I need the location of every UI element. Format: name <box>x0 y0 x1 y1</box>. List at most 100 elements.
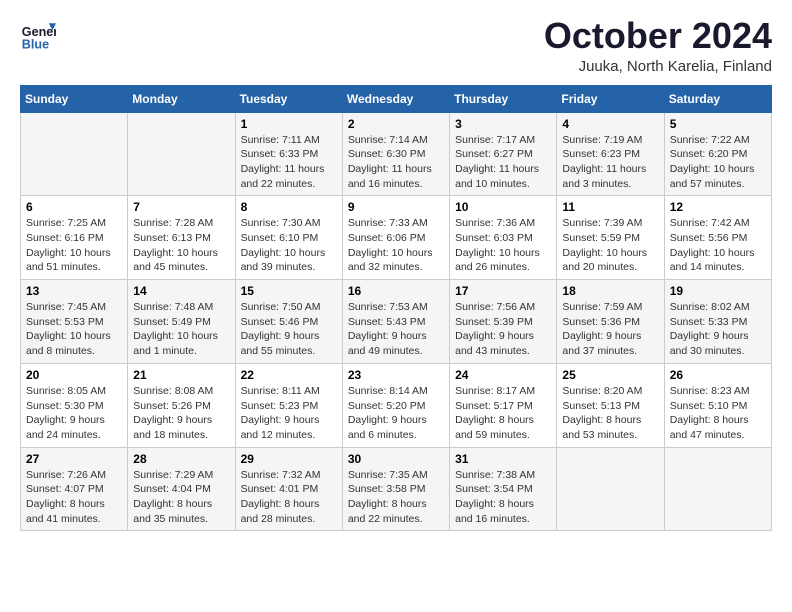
day-detail: Sunrise: 7:29 AM Sunset: 4:04 PM Dayligh… <box>133 468 229 527</box>
day-detail: Sunrise: 7:32 AM Sunset: 4:01 PM Dayligh… <box>241 468 337 527</box>
day-number: 21 <box>133 368 229 382</box>
calendar-cell: 8 Sunrise: 7:30 AM Sunset: 6:10 PM Daylig… <box>235 196 342 280</box>
calendar-cell <box>664 447 771 531</box>
day-detail: Sunrise: 8:05 AM Sunset: 5:30 PM Dayligh… <box>26 384 122 443</box>
calendar-cell: 22Sunrise: 8:11 AM Sunset: 5:23 PM Dayli… <box>235 363 342 447</box>
weekday-header-tuesday: Tuesday <box>235 85 342 112</box>
calendar-cell: 15Sunrise: 7:50 AM Sunset: 5:46 PM Dayli… <box>235 280 342 364</box>
calendar-week-1: 1 Sunrise: 7:11 AM Sunset: 6:33 PM Daylig… <box>21 112 772 196</box>
day-number: 2 <box>348 117 444 131</box>
day-number: 8 <box>241 200 337 214</box>
calendar-cell: 31Sunrise: 7:38 AM Sunset: 3:54 PM Dayli… <box>450 447 557 531</box>
day-detail: Sunrise: 8:23 AM Sunset: 5:10 PM Dayligh… <box>670 384 766 443</box>
weekday-header-wednesday: Wednesday <box>342 85 449 112</box>
day-number: 26 <box>670 368 766 382</box>
weekday-header-row: SundayMondayTuesdayWednesdayThursdayFrid… <box>21 85 772 112</box>
day-detail: Sunrise: 7:36 AM Sunset: 6:03 PM Dayligh… <box>455 216 551 275</box>
calendar-cell: 28 Sunrise: 7:29 AM Sunset: 4:04 PM Dayli… <box>128 447 235 531</box>
calendar-cell: 16Sunrise: 7:53 AM Sunset: 5:43 PM Dayli… <box>342 280 449 364</box>
calendar-cell: 5 Sunrise: 7:22 AM Sunset: 6:20 PM Daylig… <box>664 112 771 196</box>
day-number: 29 <box>241 452 337 466</box>
calendar-cell: 2 Sunrise: 7:14 AM Sunset: 6:30 PM Daylig… <box>342 112 449 196</box>
day-number: 1 <box>241 117 337 131</box>
calendar-week-2: 6 Sunrise: 7:25 AM Sunset: 6:16 PM Daylig… <box>21 196 772 280</box>
calendar-header: SundayMondayTuesdayWednesdayThursdayFrid… <box>21 85 772 112</box>
day-number: 3 <box>455 117 551 131</box>
day-number: 10 <box>455 200 551 214</box>
day-detail: Sunrise: 7:42 AM Sunset: 5:56 PM Dayligh… <box>670 216 766 275</box>
day-detail: Sunrise: 7:38 AM Sunset: 3:54 PM Dayligh… <box>455 468 551 527</box>
day-number: 7 <box>133 200 229 214</box>
day-number: 23 <box>348 368 444 382</box>
day-number: 5 <box>670 117 766 131</box>
calendar-cell: 26 Sunrise: 8:23 AM Sunset: 5:10 PM Dayli… <box>664 363 771 447</box>
calendar-cell <box>128 112 235 196</box>
day-detail: Sunrise: 7:25 AM Sunset: 6:16 PM Dayligh… <box>26 216 122 275</box>
day-number: 27 <box>26 452 122 466</box>
day-number: 18 <box>562 284 658 298</box>
day-detail: Sunrise: 7:11 AM Sunset: 6:33 PM Dayligh… <box>241 133 337 192</box>
svg-text:Blue: Blue <box>22 37 49 51</box>
calendar-table: SundayMondayTuesdayWednesdayThursdayFrid… <box>20 85 772 532</box>
day-detail: Sunrise: 7:50 AM Sunset: 5:46 PM Dayligh… <box>241 300 337 359</box>
calendar-cell: 19 Sunrise: 8:02 AM Sunset: 5:33 PM Dayli… <box>664 280 771 364</box>
day-number: 6 <box>26 200 122 214</box>
calendar-cell: 20Sunrise: 8:05 AM Sunset: 5:30 PM Dayli… <box>21 363 128 447</box>
day-number: 28 <box>133 452 229 466</box>
day-detail: Sunrise: 7:35 AM Sunset: 3:58 PM Dayligh… <box>348 468 444 527</box>
day-number: 4 <box>562 117 658 131</box>
day-number: 22 <box>241 368 337 382</box>
calendar-cell: 11 Sunrise: 7:39 AM Sunset: 5:59 PM Dayli… <box>557 196 664 280</box>
day-detail: Sunrise: 7:17 AM Sunset: 6:27 PM Dayligh… <box>455 133 551 192</box>
day-detail: Sunrise: 8:08 AM Sunset: 5:26 PM Dayligh… <box>133 384 229 443</box>
day-number: 11 <box>562 200 658 214</box>
calendar-week-5: 27 Sunrise: 7:26 AM Sunset: 4:07 PM Dayli… <box>21 447 772 531</box>
calendar-cell <box>557 447 664 531</box>
day-number: 17 <box>455 284 551 298</box>
calendar-title: October 2024 <box>544 16 772 56</box>
calendar-cell: 25 Sunrise: 8:20 AM Sunset: 5:13 PM Dayli… <box>557 363 664 447</box>
calendar-cell: 9Sunrise: 7:33 AM Sunset: 6:06 PM Daylig… <box>342 196 449 280</box>
calendar-cell: 30 Sunrise: 7:35 AM Sunset: 3:58 PM Dayli… <box>342 447 449 531</box>
calendar-cell: 13Sunrise: 7:45 AM Sunset: 5:53 PM Dayli… <box>21 280 128 364</box>
day-number: 13 <box>26 284 122 298</box>
calendar-cell: 23 Sunrise: 8:14 AM Sunset: 5:20 PM Dayli… <box>342 363 449 447</box>
day-number: 25 <box>562 368 658 382</box>
calendar-cell: 24 Sunrise: 8:17 AM Sunset: 5:17 PM Dayli… <box>450 363 557 447</box>
logo-icon: General Blue <box>20 16 56 52</box>
calendar-cell <box>21 112 128 196</box>
page-header: General Blue October 2024 Juuka, North K… <box>20 16 772 75</box>
calendar-cell: 10 Sunrise: 7:36 AM Sunset: 6:03 PM Dayli… <box>450 196 557 280</box>
calendar-cell: 29 Sunrise: 7:32 AM Sunset: 4:01 PM Dayli… <box>235 447 342 531</box>
day-detail: Sunrise: 8:17 AM Sunset: 5:17 PM Dayligh… <box>455 384 551 443</box>
calendar-subtitle: Juuka, North Karelia, Finland <box>544 58 772 75</box>
day-detail: Sunrise: 7:26 AM Sunset: 4:07 PM Dayligh… <box>26 468 122 527</box>
weekday-header-sunday: Sunday <box>21 85 128 112</box>
calendar-cell: 4 Sunrise: 7:19 AM Sunset: 6:23 PM Daylig… <box>557 112 664 196</box>
day-detail: Sunrise: 7:56 AM Sunset: 5:39 PM Dayligh… <box>455 300 551 359</box>
day-detail: Sunrise: 8:14 AM Sunset: 5:20 PM Dayligh… <box>348 384 444 443</box>
day-detail: Sunrise: 7:39 AM Sunset: 5:59 PM Dayligh… <box>562 216 658 275</box>
day-detail: Sunrise: 7:28 AM Sunset: 6:13 PM Dayligh… <box>133 216 229 275</box>
day-number: 12 <box>670 200 766 214</box>
title-block: October 2024 Juuka, North Karelia, Finla… <box>544 16 772 75</box>
day-detail: Sunrise: 7:33 AM Sunset: 6:06 PM Dayligh… <box>348 216 444 275</box>
weekday-header-thursday: Thursday <box>450 85 557 112</box>
calendar-cell: 27 Sunrise: 7:26 AM Sunset: 4:07 PM Dayli… <box>21 447 128 531</box>
day-detail: Sunrise: 7:19 AM Sunset: 6:23 PM Dayligh… <box>562 133 658 192</box>
day-number: 19 <box>670 284 766 298</box>
day-detail: Sunrise: 7:30 AM Sunset: 6:10 PM Dayligh… <box>241 216 337 275</box>
day-number: 24 <box>455 368 551 382</box>
day-detail: Sunrise: 7:59 AM Sunset: 5:36 PM Dayligh… <box>562 300 658 359</box>
day-detail: Sunrise: 7:14 AM Sunset: 6:30 PM Dayligh… <box>348 133 444 192</box>
day-detail: Sunrise: 7:22 AM Sunset: 6:20 PM Dayligh… <box>670 133 766 192</box>
calendar-cell: 3 Sunrise: 7:17 AM Sunset: 6:27 PM Daylig… <box>450 112 557 196</box>
day-detail: Sunrise: 7:48 AM Sunset: 5:49 PM Dayligh… <box>133 300 229 359</box>
weekday-header-monday: Monday <box>128 85 235 112</box>
calendar-body: 1 Sunrise: 7:11 AM Sunset: 6:33 PM Daylig… <box>21 112 772 531</box>
calendar-week-3: 13Sunrise: 7:45 AM Sunset: 5:53 PM Dayli… <box>21 280 772 364</box>
day-number: 30 <box>348 452 444 466</box>
day-detail: Sunrise: 8:02 AM Sunset: 5:33 PM Dayligh… <box>670 300 766 359</box>
weekday-header-saturday: Saturday <box>664 85 771 112</box>
day-detail: Sunrise: 8:20 AM Sunset: 5:13 PM Dayligh… <box>562 384 658 443</box>
